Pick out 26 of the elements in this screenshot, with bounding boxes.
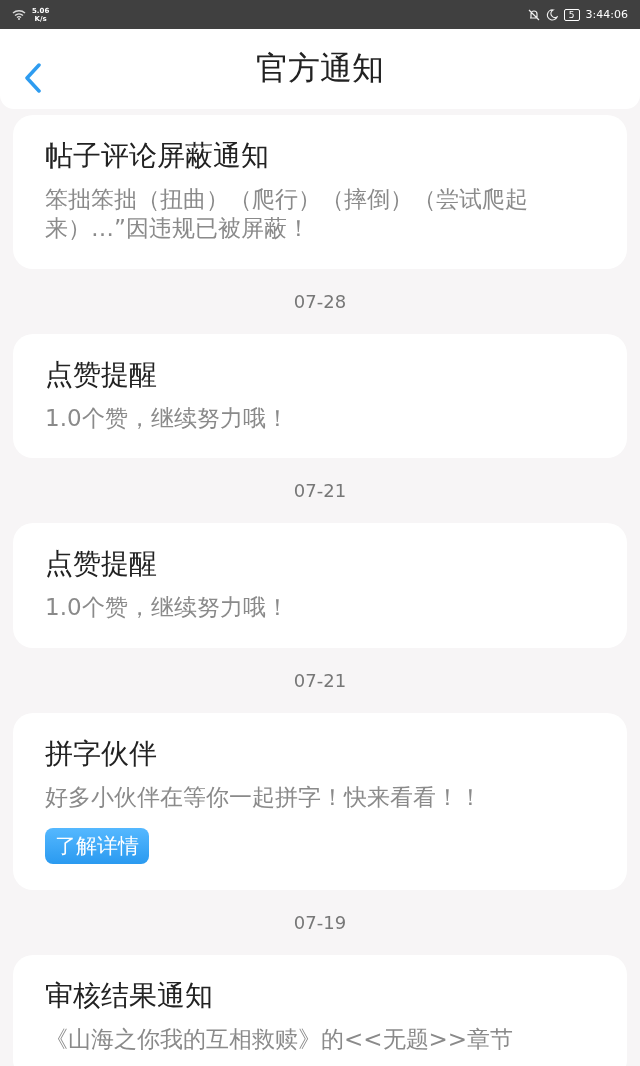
clock: 3:44:06 [585,8,628,21]
page-title: 官方通知 [256,48,384,89]
notification-card[interactable]: 点赞提醒 1.0个赞，继续努力哦！ [13,333,627,459]
moon-icon [545,8,558,21]
notification-title: 拼字伙伴 [45,736,158,772]
date-label: 07-21 [293,670,347,691]
notification-title: 帖子评论屏蔽通知 [45,138,270,174]
notification-body: 《山海之你我的互相救赎》的<<无题>>章节 [45,1024,515,1054]
notification-card[interactable]: 审核结果通知 《山海之你我的互相救赎》的<<无题>>章节 [13,954,627,1066]
date-label: 07-21 [293,480,347,502]
notification-body: 1.0个赞，继续努力哦！ [45,593,290,622]
battery-level: 5 [563,8,580,21]
notification-card[interactable]: 拼字伙伴 好多小伙伴在等你一起拼字！快来看看！！ 了解详情 [13,713,627,890]
notification-title: 点赞提醒 [45,356,158,393]
wifi-icon [12,9,26,20]
bell-off-icon [527,8,540,21]
notification-body: 好多小伙伴在等你一起拼字！快来看看！！ [45,783,483,812]
notification-card[interactable]: 帖子评论屏蔽通知 笨拙笨拙（扭曲）（爬行）（摔倒）（尝试爬起来）…”因违规已被屏蔽！ [13,115,627,269]
notification-body: 笨拙笨拙（扭曲）（爬行）（摔倒）（尝试爬起来）…”因违规已被屏蔽！ [45,185,529,243]
notification-title: 点赞提醒 [45,546,158,583]
notification-card[interactable]: 点赞提醒 1.0个赞，继续努力哦！ [13,523,627,648]
notification-title: 审核结果通知 [45,977,214,1014]
date-label: 07-28 [293,290,347,312]
notification-body: 1.0个赞，继续努力哦！ [45,403,290,433]
back-icon[interactable] [24,63,42,93]
date-label: 07-19 [293,911,347,933]
